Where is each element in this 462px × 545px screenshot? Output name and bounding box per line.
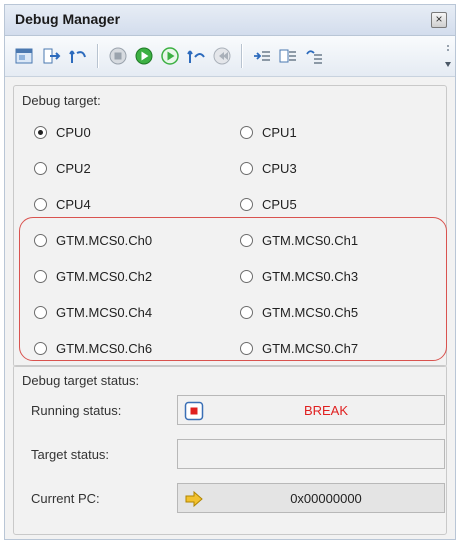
radio-label: CPU2 <box>56 160 91 176</box>
target-status-field <box>177 439 445 469</box>
radio-label: CPU1 <box>262 124 297 140</box>
radio-option[interactable]: CPU2 <box>34 158 91 178</box>
toolbar-separator <box>241 44 243 68</box>
window-title: Debug Manager <box>15 11 121 27</box>
running-status-value: BREAK <box>303 403 349 418</box>
radio-label: CPU3 <box>262 160 297 176</box>
radio-label: CPU5 <box>262 196 297 212</box>
running-status-field: BREAK <box>177 395 445 425</box>
toolbar <box>5 36 455 77</box>
toolbar-overflow-grip[interactable] <box>445 42 451 70</box>
list-b-icon[interactable] <box>277 45 299 67</box>
list-a-icon[interactable] <box>251 45 273 67</box>
stop-icon[interactable] <box>107 45 129 67</box>
debug-target-status-title: Debug target status: <box>22 373 140 388</box>
radio-circle[interactable] <box>240 197 253 211</box>
title-bar: Debug Manager × <box>5 5 455 36</box>
running-status-label: Running status: <box>31 403 122 418</box>
break-icon <box>184 401 204 421</box>
radio-option[interactable]: CPU1 <box>240 122 297 142</box>
current-pc-value: 0x00000000 <box>290 491 362 506</box>
debug-manager-window: Debug Manager × Debug target: CPU0 CPU1 … <box>4 4 456 540</box>
radio-circle[interactable] <box>240 125 253 139</box>
gtm-channel-highlight <box>19 217 447 361</box>
list-c-icon[interactable] <box>303 45 325 67</box>
step-back-icon[interactable] <box>67 45 89 67</box>
go-icon[interactable] <box>133 45 155 67</box>
step-over-icon[interactable] <box>185 45 207 67</box>
target-status-label: Target status: <box>31 447 110 462</box>
run-icon[interactable] <box>159 45 181 67</box>
radio-option[interactable]: CPU0 <box>34 122 91 142</box>
radio-label: CPU0 <box>56 124 91 140</box>
radio-circle[interactable] <box>34 125 47 139</box>
panel-icon[interactable] <box>13 45 35 67</box>
toolbar-separator <box>97 44 99 68</box>
radio-option[interactable]: CPU4 <box>34 194 91 214</box>
radio-option[interactable]: CPU3 <box>240 158 297 178</box>
step-in-icon[interactable] <box>41 45 63 67</box>
radio-circle[interactable] <box>34 161 47 175</box>
current-pc-field: 0x00000000 <box>177 483 445 513</box>
close-button[interactable]: × <box>431 12 447 28</box>
debug-target-title: Debug target: <box>22 93 101 108</box>
radio-label: CPU4 <box>56 196 91 212</box>
arrow-right-icon <box>184 489 204 509</box>
current-pc-label: Current PC: <box>31 491 100 506</box>
return-icon[interactable] <box>211 45 233 67</box>
radio-circle[interactable] <box>34 197 47 211</box>
radio-circle[interactable] <box>240 161 253 175</box>
radio-option[interactable]: CPU5 <box>240 194 297 214</box>
